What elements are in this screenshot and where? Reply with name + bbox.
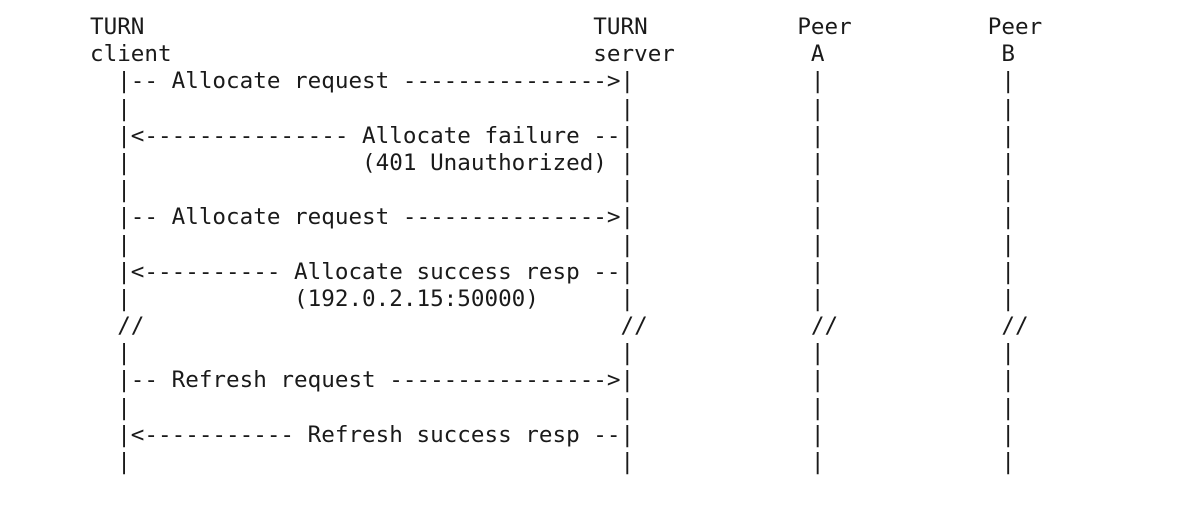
lifeline-spacer: | | | |	[90, 449, 1015, 475]
turn-sequence-diagram: TURN TURN Peer Peer client server A B |--…	[90, 14, 1042, 476]
message-allocate-failure: |<--------------- Allocate failure --| |…	[90, 122, 1015, 149]
message-allocate-success-detail: | (192.0.2.15:50000) | | |	[90, 285, 1015, 312]
message-allocate-failure-detail: | (401 Unauthorized) | | |	[90, 149, 1015, 176]
lifeline-spacer: | | | |	[90, 95, 1015, 122]
lifeline-spacer: | | | |	[90, 231, 1015, 258]
message-allocate-request-1: |-- Allocate request --------------->| |…	[90, 68, 1015, 95]
lifeline-spacer: | | | |	[90, 394, 1015, 421]
lifeline-spacer: | | | |	[90, 340, 1015, 367]
time-break-marker: // // // //	[90, 313, 1029, 340]
message-allocate-request-2: |-- Allocate request --------------->| |…	[90, 204, 1015, 231]
participant-labels-row-1: TURN TURN Peer Peer	[90, 14, 1043, 40]
message-refresh-request: |-- Refresh request ---------------->| |…	[90, 367, 1015, 394]
lifeline-spacer: | | | |	[90, 177, 1015, 204]
participant-labels-row-2: client server A B	[90, 41, 1015, 68]
message-allocate-success: |<---------- Allocate success resp --| |…	[90, 258, 1015, 285]
message-refresh-success: |<----------- Refresh success resp --| |…	[90, 421, 1015, 448]
